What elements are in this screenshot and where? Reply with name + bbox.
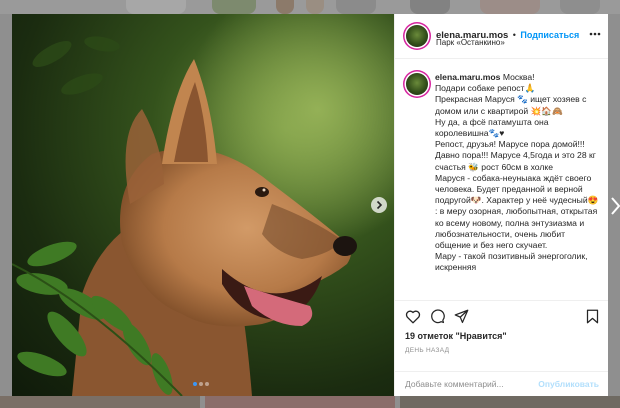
post-photo xyxy=(12,14,394,396)
share-button[interactable] xyxy=(454,309,469,324)
feed-thumbnail xyxy=(276,0,294,14)
caption-line: Москва! xyxy=(502,72,535,82)
comment-button[interactable] xyxy=(430,309,445,324)
post-header: elena.maru.mos • Подписаться Парк «Остан… xyxy=(395,14,608,59)
next-post-arrow[interactable] xyxy=(611,196,620,216)
feed-thumbnail xyxy=(400,396,620,408)
feed-thumbnail xyxy=(336,0,376,14)
feed-thumbnail xyxy=(205,396,395,408)
bookmark-icon xyxy=(586,309,599,324)
dog-photo-illustration xyxy=(12,14,394,396)
feed-thumbnail xyxy=(306,0,324,14)
chevron-right-icon xyxy=(611,197,620,215)
background-feed-strip xyxy=(0,0,620,14)
feed-thumbnail xyxy=(410,0,450,14)
caption-line: Маруся - собака-неуныака ждёт своего чел… xyxy=(435,172,599,251)
feed-thumbnail xyxy=(0,396,200,408)
likes-count[interactable]: 19 отметок "Нравится" xyxy=(405,331,507,341)
feed-thumbnail xyxy=(560,0,600,14)
post-timestamp[interactable]: ДЕНЬ НАЗАД xyxy=(405,347,449,354)
caption-text: elena.maru.mos Москва! Подари собаке реп… xyxy=(435,72,603,298)
share-icon xyxy=(454,309,469,324)
caption-line: Ну да, а фсё патамушта она королевишна🐾♥ xyxy=(435,116,549,139)
caption-line: Подари собаке репост🙏 xyxy=(435,83,536,94)
like-button[interactable] xyxy=(405,309,421,324)
carousel-dot xyxy=(205,382,209,386)
comment-bar: Добавьте комментарий... Опубликовать xyxy=(395,371,608,396)
feed-thumbnail xyxy=(126,0,186,14)
separator-dot: • xyxy=(512,30,516,40)
feed-thumbnail xyxy=(212,0,256,14)
publish-button[interactable]: Опубликовать xyxy=(538,379,599,389)
comment-icon xyxy=(431,309,445,324)
next-slide-button[interactable] xyxy=(371,197,387,213)
post-side-panel: elena.maru.mos • Подписаться Парк «Остан… xyxy=(394,14,608,396)
follow-button[interactable]: Подписаться xyxy=(520,30,579,40)
avatar[interactable] xyxy=(406,25,428,47)
caption-line: Мару - такой позитивный энергоголик, иск… xyxy=(435,251,588,273)
carousel-dot-active xyxy=(193,382,197,386)
save-button[interactable] xyxy=(586,309,599,324)
caption-avatar[interactable] xyxy=(406,73,428,95)
caption-line: Репост, друзья! Марусе пора домой!!! Дав… xyxy=(435,139,596,172)
more-options-icon[interactable] xyxy=(589,32,601,36)
location-link[interactable]: Парк «Останкино» xyxy=(436,38,505,47)
feed-thumbnail xyxy=(480,0,540,14)
chevron-right-icon xyxy=(376,200,383,210)
heart-icon xyxy=(405,310,421,324)
caption-username[interactable]: elena.maru.mos xyxy=(435,72,500,82)
comment-input[interactable]: Добавьте комментарий... xyxy=(405,379,504,389)
carousel-dot xyxy=(199,382,203,386)
post-modal: elena.maru.mos • Подписаться Парк «Остан… xyxy=(12,14,608,396)
caption-line: Прекрасная Маруся 🐾 ищет хозяев с домом … xyxy=(435,94,587,116)
post-actions: 19 отметок "Нравится" ДЕНЬ НАЗАД Добавьт… xyxy=(395,300,608,396)
